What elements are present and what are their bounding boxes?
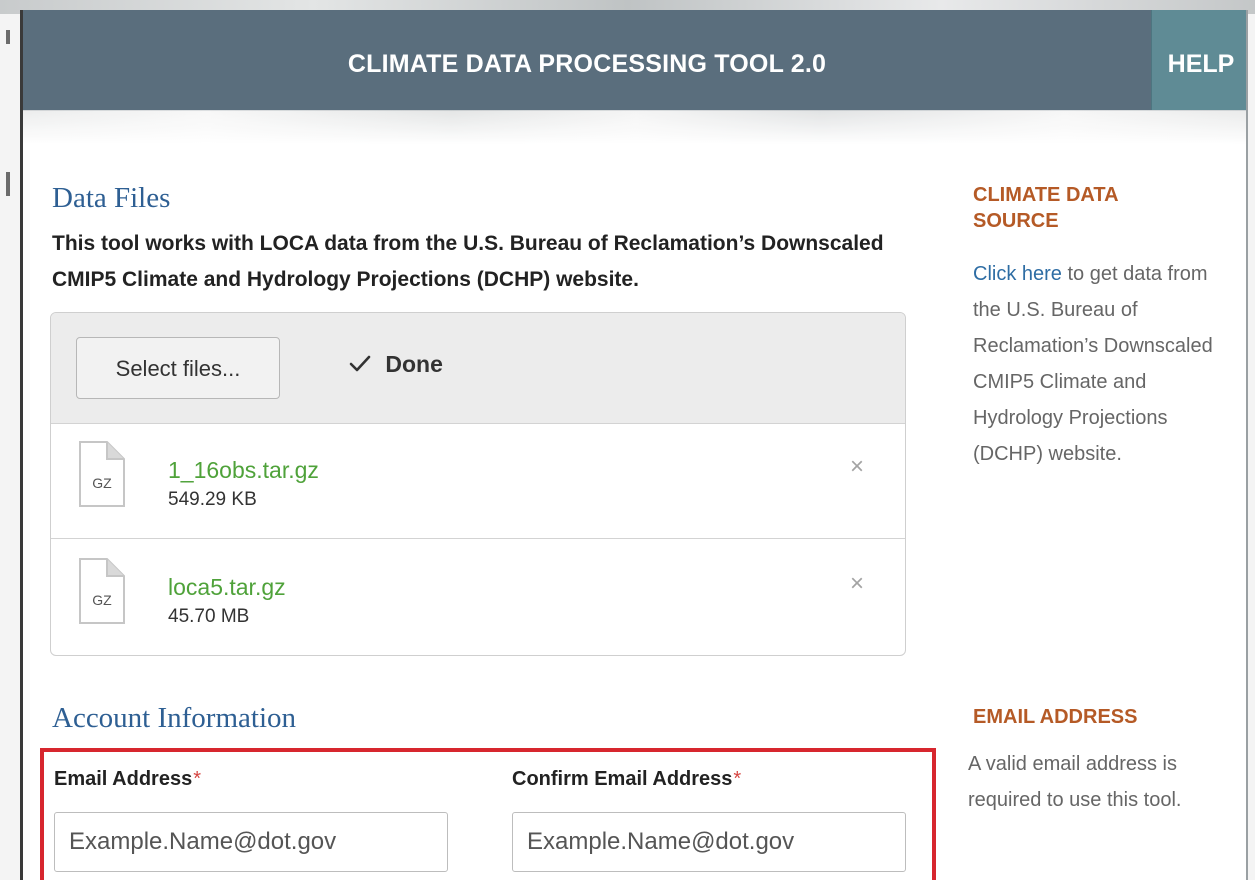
email-label: Email Address* bbox=[54, 768, 201, 791]
header-bar: CLIMATE DATA PROCESSING TOOL 2.0 HELP bbox=[23, 10, 1246, 111]
climate-data-link[interactable]: Click here bbox=[973, 263, 1062, 285]
upload-status-label: Done bbox=[385, 351, 443, 377]
email-address-heading: EMAIL ADDRESS bbox=[973, 706, 1138, 728]
climate-data-source-text: Click here to get data from the U.S. Bur… bbox=[973, 256, 1233, 472]
remove-file-icon[interactable]: × bbox=[843, 453, 871, 481]
file-name: loca5.tar.gz bbox=[168, 574, 286, 600]
background-photo-left bbox=[0, 0, 20, 880]
file-size: 45.70 MB bbox=[168, 606, 250, 627]
required-marker: * bbox=[733, 768, 742, 790]
data-files-description: This tool works with LOCA data from the … bbox=[52, 232, 884, 291]
app-title: CLIMATE DATA PROCESSING TOOL 2.0 bbox=[347, 50, 827, 78]
upload-status: Done bbox=[349, 341, 443, 387]
data-files-heading: Data Files bbox=[52, 182, 171, 214]
file-list-item: GZ loca5.tar.gz 45.70 MB × bbox=[51, 540, 905, 655]
email-address-help-text: A valid email address is required to use… bbox=[968, 753, 1182, 811]
file-type-label: GZ bbox=[92, 592, 112, 608]
upload-toolbar: Select files... Done bbox=[51, 313, 905, 424]
file-icon: GZ bbox=[79, 558, 125, 624]
check-icon bbox=[349, 351, 377, 377]
select-files-button[interactable]: Select files... bbox=[76, 337, 280, 399]
remove-file-icon[interactable]: × bbox=[843, 570, 871, 598]
account-information-heading: Account Information bbox=[52, 702, 297, 734]
header-photo-banner bbox=[23, 110, 1246, 144]
file-name: 1_16obs.tar.gz bbox=[168, 457, 319, 483]
background-photo-right bbox=[1248, 0, 1255, 880]
required-marker: * bbox=[193, 768, 201, 790]
confirm-email-label: Confirm Email Address* bbox=[512, 768, 741, 791]
file-size: 549.29 KB bbox=[168, 489, 257, 510]
email-label-text: Email Address bbox=[54, 768, 193, 790]
file-icon: GZ bbox=[79, 441, 125, 507]
file-list-item: GZ 1_16obs.tar.gz 549.29 KB × bbox=[51, 423, 905, 539]
confirm-email-label-text: Confirm Email Address bbox=[512, 768, 733, 790]
file-upload-panel: Select files... Done GZ 1_16obs.tar.gz 5… bbox=[50, 312, 906, 656]
background-mark bbox=[6, 172, 10, 196]
climate-data-source-heading: CLIMATE DATA SOURCE bbox=[973, 184, 1118, 232]
climate-data-source-body: to get data from the U.S. Bureau of Recl… bbox=[973, 263, 1213, 465]
background-mark bbox=[6, 30, 10, 44]
file-type-label: GZ bbox=[92, 475, 112, 491]
email-fields-highlight: Email Address* Confirm Email Address* bbox=[40, 748, 936, 880]
confirm-email-field[interactable] bbox=[512, 812, 906, 872]
email-field[interactable] bbox=[54, 812, 448, 872]
help-button[interactable]: HELP bbox=[1151, 10, 1246, 110]
